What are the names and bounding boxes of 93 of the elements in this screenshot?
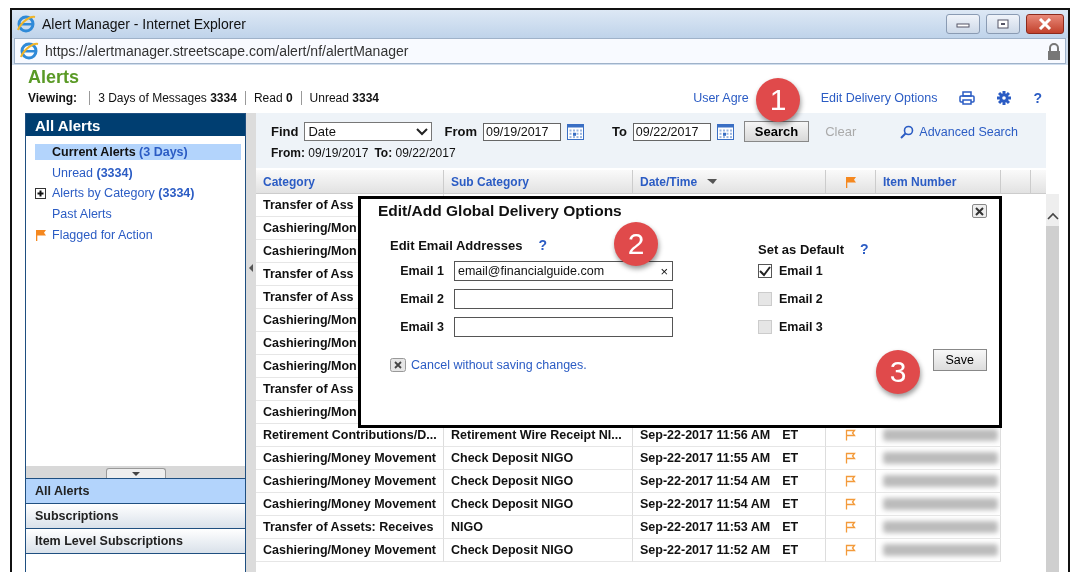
table-cell: NIGO: [444, 516, 633, 539]
table-cell: Check Deposit NIGO: [444, 539, 633, 562]
help-icon[interactable]: ?: [860, 241, 869, 257]
advanced-search-link[interactable]: Advanced Search: [919, 124, 1018, 139]
checkbox[interactable]: [758, 264, 772, 278]
browser-logo-icon: [16, 14, 36, 34]
to-label: To: [611, 124, 627, 139]
sidebar-item[interactable]: Past Alerts: [52, 206, 241, 223]
window-title: Alert Manager - Internet Explorer: [42, 16, 246, 32]
collapse-arrow-icon[interactable]: [248, 263, 254, 273]
print-icon[interactable]: [959, 91, 976, 105]
chevron-icon[interactable]: [416, 127, 429, 136]
date-time-text: Sep-22-2017 11:53 AM: [640, 520, 771, 534]
time-zone-text: ET: [782, 428, 799, 442]
lock-icon: [1047, 42, 1061, 60]
date-time-text: Sep-22-2017 11:54 AM: [640, 474, 771, 488]
search-icon[interactable]: [900, 124, 915, 139]
date-time-text: Sep-22-2017 11:54 AM: [640, 497, 771, 511]
find-label: Find: [271, 124, 299, 139]
collapse-handle[interactable]: [105, 468, 166, 478]
time-zone-text: ET: [782, 451, 799, 465]
browser-logo-icon: [19, 41, 39, 61]
table-cell: Transfer of Assets: Receives: [256, 516, 444, 539]
table-cell: Check Deposit NIGO: [444, 470, 633, 493]
page-title: Alerts: [28, 67, 81, 89]
to-date-field[interactable]: 09/22/2017: [632, 122, 711, 141]
flag-icon: [35, 228, 47, 241]
sidebar-item[interactable]: Current Alerts (3 Days): [35, 144, 241, 161]
sidebar-tab[interactable]: Item Level Subscriptions: [26, 528, 245, 553]
checkbox-label: Email 1: [779, 264, 823, 278]
email-field[interactable]: [454, 317, 673, 337]
from-label: From: [444, 124, 477, 139]
url-text: https://alertmanager.streetscape.com/alert/nf/alertManager: [45, 43, 409, 59]
calendar-icon[interactable]: [716, 123, 734, 140]
sidebar-item[interactable]: Unread (3334): [52, 164, 241, 181]
section-heading: Set as Default: [758, 241, 844, 257]
restore-icon[interactable]: [997, 19, 1009, 29]
settings-icon[interactable]: [997, 91, 1012, 105]
find-dropdown[interactable]: Date: [304, 122, 433, 141]
header-link[interactable]: User Agre: [693, 91, 749, 105]
header-link[interactable]: Edit Delivery Options: [820, 91, 938, 105]
date-time-text: Sep-22-2017 11:52 AM: [640, 543, 771, 557]
table-cell: Cashiering/Money Movement: [256, 447, 444, 470]
calendar-icon[interactable]: [566, 123, 584, 140]
email-value: email@financialguide.com: [458, 264, 605, 278]
cancel-icon[interactable]: [390, 358, 406, 372]
table-cell: Check Deposit NIGO: [444, 493, 633, 516]
column-header[interactable]: Item Number: [883, 174, 957, 189]
viewing-label: Viewing:: [28, 91, 78, 105]
from-date-field[interactable]: 09/19/2017: [482, 122, 561, 141]
sidebar-tab[interactable]: All Alerts: [26, 478, 245, 503]
date-time-text: Sep-22-2017 11:56 AM: [640, 428, 771, 442]
help-icon[interactable]: ?: [1033, 90, 1042, 106]
sidebar-title: All Alerts: [26, 114, 245, 136]
checkbox-label: Email 2: [779, 292, 823, 306]
scroll-up-icon[interactable]: [1046, 212, 1059, 220]
email-field[interactable]: [454, 289, 673, 309]
email-label: Email 3: [399, 320, 444, 334]
date-range-text: From: 09/19/2017: [271, 146, 369, 160]
table-cell: Cashiering/Money Movement: [256, 470, 444, 493]
message-count: Read 0: [244, 91, 301, 105]
table-cell: Cashiering/Money Movement: [256, 493, 444, 516]
sidebar-item[interactable]: Alerts by Category (3334): [52, 185, 241, 202]
time-zone-text: ET: [782, 520, 799, 534]
column-header[interactable]: Sub Category: [451, 174, 529, 189]
sidebar-item[interactable]: Flagged for Action: [52, 226, 241, 243]
date-range-text: To: 09/22/2017: [374, 146, 456, 160]
time-zone-text: ET: [782, 497, 799, 511]
table-cell: Check Deposit NIGO: [444, 447, 633, 470]
time-zone-text: ET: [782, 474, 799, 488]
email-label: Email 2: [399, 292, 444, 306]
help-icon[interactable]: ?: [538, 237, 548, 253]
flag-icon: [844, 175, 857, 188]
save-button[interactable]: Save: [932, 349, 987, 371]
minimize-button[interactable]: [946, 14, 980, 34]
expand-icon[interactable]: [35, 188, 46, 199]
email-label: Email 1: [399, 264, 444, 278]
search-button[interactable]: Search: [743, 121, 810, 142]
minimize-icon[interactable]: [956, 20, 970, 28]
message-count: Unread 3334: [300, 91, 387, 105]
checkbox-label: Email 3: [779, 320, 823, 334]
sidebar-tab[interactable]: Subscriptions: [26, 503, 245, 528]
column-header[interactable]: Date/Time: [640, 174, 698, 189]
table-cell: Cashiering/Money Movement: [256, 539, 444, 562]
clear-icon[interactable]: ×: [660, 263, 668, 279]
message-count: 3 Days of Messages 3334: [89, 91, 245, 105]
email-field[interactable]: email@financialguide.com ×: [454, 261, 673, 281]
column-header[interactable]: Category: [263, 174, 315, 189]
address-bar[interactable]: https://alertmanager.streetscape.com/alert/nf/alertManager: [14, 38, 1066, 64]
close-button[interactable]: [1026, 14, 1064, 34]
time-zone-text: ET: [782, 543, 799, 557]
sort-icon[interactable]: [707, 178, 718, 185]
date-time-text: Sep-22-2017 11:55 AM: [640, 451, 771, 465]
